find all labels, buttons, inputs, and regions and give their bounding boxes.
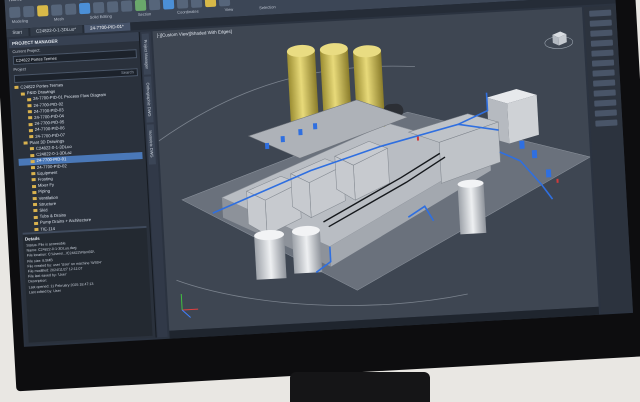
- ribbon-group-selection: Selection: [259, 4, 276, 10]
- folder-icon: [34, 228, 38, 231]
- extrude-faces-button[interactable]: [107, 1, 119, 13]
- ribbon-group-coordinates: Coordinates: [177, 9, 199, 15]
- folder-icon: [30, 154, 34, 157]
- folder-icon: [30, 147, 34, 150]
- palette-button-11[interactable]: [595, 109, 617, 116]
- folder-icon: [14, 86, 18, 89]
- union-button[interactable]: [79, 3, 91, 15]
- details-pane: Details Status: File is accessibleName: …: [23, 226, 153, 343]
- tree-item-label: 24-7700-PID-02: [37, 163, 67, 170]
- no-filter-dropdown[interactable]: [191, 0, 203, 8]
- tree-item-label: Skid: [39, 207, 47, 212]
- tree-item-label: Mixer Fy: [38, 182, 54, 188]
- unsaved-view-dropdown[interactable]: [177, 0, 189, 9]
- separate-button[interactable]: [121, 0, 133, 12]
- 3d-model-viewport[interactable]: [-][Custom View][Shaded With Edges]: [153, 7, 599, 331]
- ribbon-group-modeling: Modeling: [12, 18, 28, 24]
- section-plane-button[interactable]: [135, 0, 147, 11]
- tree-item-label: Piping: [38, 189, 50, 195]
- viewcube-icon: [544, 31, 573, 50]
- extract-edges-button[interactable]: [93, 2, 105, 14]
- palette-button-4[interactable]: [591, 40, 613, 47]
- side-tab-isometric-dwg[interactable]: Isometric DWG: [147, 125, 156, 164]
- ribbon-group-section: Section: [138, 11, 152, 17]
- extrude-tool-button[interactable]: [23, 6, 35, 18]
- palette-button-7[interactable]: [592, 69, 614, 76]
- folder-icon: [34, 216, 38, 219]
- ucs-button[interactable]: [149, 0, 161, 10]
- menu-tab-home[interactable]: Home: [8, 0, 22, 4]
- side-tab-orthographic-dwg[interactable]: Orthographic DWG: [144, 77, 154, 123]
- ribbon-group-mesh: Mesh: [54, 16, 64, 22]
- project-manager-panel: PROJECT MANAGER Current Project: C24822 …: [9, 32, 157, 345]
- tree-item-label: Ventilation: [39, 194, 59, 200]
- smooth-object-button[interactable]: [65, 3, 77, 15]
- monitor: HomeSolidsStructureModelingVisualizeAnno…: [0, 0, 640, 391]
- palette-button-8[interactable]: [593, 79, 615, 86]
- folder-icon: [29, 129, 33, 132]
- menu-tab-solids[interactable]: Solids: [30, 0, 44, 3]
- palette-button-10[interactable]: [594, 99, 616, 106]
- folder-icon: [33, 209, 37, 212]
- palette-button-12[interactable]: [595, 119, 617, 126]
- palette-button-9[interactable]: [594, 89, 616, 96]
- ribbon-group-solid-editing: Solid Editing: [90, 13, 112, 19]
- plant-model-render: [153, 7, 599, 331]
- folder-icon: [31, 172, 35, 175]
- doc-tab-0[interactable]: Start: [6, 28, 28, 37]
- presspull-tool-button[interactable]: [51, 4, 63, 16]
- project-tree: C24822 Portes TermesP&ID Drawings24-7700…: [14, 78, 147, 246]
- doc-tab-1[interactable]: C24822-0-1-3DLuo*: [30, 25, 83, 36]
- tree-item-label: C24822 Portes Termes: [20, 82, 63, 89]
- tree-item-label: Equipment: [37, 170, 57, 176]
- folder-icon: [32, 185, 36, 188]
- palette-button-6[interactable]: [592, 60, 614, 67]
- folder-icon: [32, 191, 36, 194]
- tree-item-label: Frosting: [38, 176, 53, 182]
- box-tool-button[interactable]: [9, 7, 21, 19]
- folder-icon: [28, 110, 32, 113]
- polysolid-tool-button[interactable]: [37, 5, 49, 17]
- folder-icon: [21, 92, 25, 95]
- folder-icon: [33, 203, 37, 206]
- folder-icon: [24, 142, 28, 145]
- ucs-axis-icon: [181, 293, 198, 318]
- folder-icon: [28, 116, 32, 119]
- folder-icon: [34, 222, 38, 225]
- palette-button-5[interactable]: [591, 50, 613, 57]
- folder-icon: [28, 123, 32, 126]
- folder-icon: [32, 178, 36, 181]
- selection-button[interactable]: [205, 0, 217, 7]
- monitor-stand: [290, 372, 430, 402]
- single-viewport-button[interactable]: [219, 0, 231, 6]
- folder-icon: [29, 135, 33, 138]
- autocad-plant3d-window: HomeSolidsStructureModelingVisualizeAnno…: [4, 0, 633, 347]
- doc-tab-2[interactable]: 24-7700-PID-01*: [84, 22, 130, 33]
- ribbon-group-view: View: [225, 7, 234, 12]
- menu-tab-structure[interactable]: Structure: [51, 0, 72, 2]
- folder-icon: [33, 197, 37, 200]
- tree-item-label: C24822-0-1-3DLaz: [36, 150, 72, 157]
- side-tab-project-manager[interactable]: Project Manager: [142, 33, 151, 75]
- view-button[interactable]: [163, 0, 175, 10]
- folder-icon: [31, 160, 35, 163]
- palette-button-2[interactable]: [590, 20, 612, 27]
- details-lines: Status: File is accessibleName: C24822-0…: [23, 237, 150, 296]
- folder-icon: [31, 166, 35, 169]
- folder-icon: [27, 98, 31, 101]
- tree-item-label: Structure: [39, 201, 56, 207]
- palette-button-3[interactable]: [590, 30, 612, 37]
- folder-icon: [27, 104, 31, 107]
- palette-button-1[interactable]: [589, 10, 611, 17]
